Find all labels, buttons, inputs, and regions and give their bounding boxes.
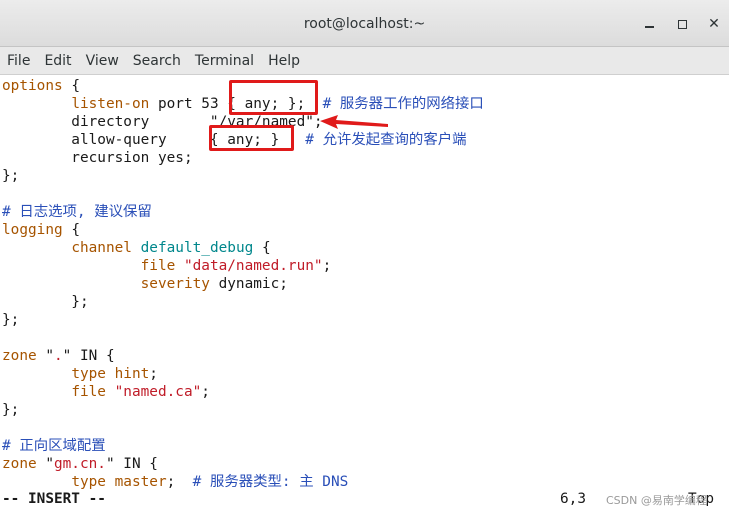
editor-line: severity dynamic;	[2, 275, 288, 293]
code-token: "named.ca"	[114, 384, 202, 400]
editor-line: };	[2, 167, 19, 185]
menu-file[interactable]: File	[0, 53, 37, 69]
editor-line: zone "gm.cn." IN {	[2, 455, 158, 473]
code-token: # 服务器工作的网络接口	[322, 96, 484, 112]
window-titlebar[interactable]: root@localhost:~ ✕	[0, 0, 729, 47]
code-token: # 允许发起查询的客户端	[305, 132, 467, 148]
editor-line: # 正向区域配置	[2, 437, 106, 455]
code-token: };	[2, 312, 20, 328]
menu-bar: File Edit View Search Terminal Help	[0, 47, 729, 75]
editor-line: # 日志选项, 建议保留	[2, 203, 152, 221]
highlight-box-allow-query	[209, 125, 294, 151]
menu-view[interactable]: View	[79, 53, 126, 69]
code-token: "	[36, 456, 54, 472]
code-token: {	[62, 78, 80, 94]
editor-line: file "named.ca";	[2, 383, 210, 401]
code-token: master	[114, 474, 167, 490]
terminal-area[interactable]: options { listen-on port 53 { any; }; # …	[0, 75, 729, 512]
cursor-position: 6,3	[560, 491, 586, 507]
code-token: options	[2, 78, 63, 94]
code-token: "	[36, 348, 54, 364]
red-arrow-icon	[320, 115, 388, 129]
editor-line: channel default_debug {	[2, 239, 271, 257]
code-token: gm.cn.	[53, 456, 106, 472]
vim-mode-indicator: -- INSERT --	[2, 491, 106, 507]
editor-line: options {	[2, 77, 80, 95]
code-token: ;	[201, 384, 210, 400]
code-token: channel	[71, 240, 132, 256]
editor-line: type hint;	[2, 365, 158, 383]
code-token: file	[71, 384, 106, 400]
editor-line: recursion yes;	[2, 149, 193, 167]
editor-line: zone "." IN {	[2, 347, 115, 365]
maximize-icon[interactable]	[676, 18, 688, 30]
highlight-box-listen-on	[229, 80, 318, 115]
code-token: dynamic;	[209, 276, 288, 292]
code-token: "data/named.run"	[183, 258, 323, 274]
code-token: recursion yes;	[2, 150, 193, 166]
watermark: CSDN @易南学编程	[606, 494, 707, 507]
menu-terminal[interactable]: Terminal	[188, 53, 261, 69]
code-token: ;	[149, 366, 158, 382]
code-token: # 正向区域配置	[2, 438, 106, 454]
code-token: ;	[322, 258, 332, 274]
code-token: {	[253, 240, 271, 256]
code-token: " IN {	[62, 348, 115, 364]
code-token: };	[2, 168, 20, 184]
editor-line: type master; # 服务器类型: 主 DNS	[2, 473, 348, 491]
code-token: logging	[2, 222, 63, 238]
menu-search[interactable]: Search	[126, 53, 188, 69]
code-token: zone	[2, 456, 37, 472]
code-token: # 服务器类型: 主 DNS	[192, 474, 349, 490]
code-token: {	[62, 222, 80, 238]
code-token: ;	[166, 474, 193, 490]
editor-line: file "data/named.run";	[2, 257, 332, 275]
editor-line: };	[2, 401, 19, 419]
close-icon[interactable]: ✕	[708, 17, 720, 31]
code-token: };	[2, 294, 89, 310]
code-token: hint	[114, 366, 150, 382]
code-token: " IN {	[105, 456, 158, 472]
code-token: listen-on	[71, 96, 150, 112]
code-token: zone	[2, 348, 37, 364]
code-token: file	[140, 258, 176, 274]
editor-line: };	[2, 311, 19, 329]
menu-help[interactable]: Help	[261, 53, 307, 69]
code-token: type	[71, 366, 106, 382]
minimize-icon[interactable]	[643, 18, 655, 30]
code-token: default_debug	[140, 240, 254, 256]
window-title: root@localhost:~	[303, 16, 426, 32]
menu-edit[interactable]: Edit	[37, 53, 78, 69]
editor-line: logging {	[2, 221, 80, 239]
editor-line: };	[2, 293, 89, 311]
code-token: .	[53, 348, 63, 364]
code-token: };	[2, 402, 20, 418]
code-token: severity	[140, 276, 210, 292]
code-token: type	[71, 474, 106, 490]
code-token: # 日志选项, 建议保留	[2, 204, 152, 220]
